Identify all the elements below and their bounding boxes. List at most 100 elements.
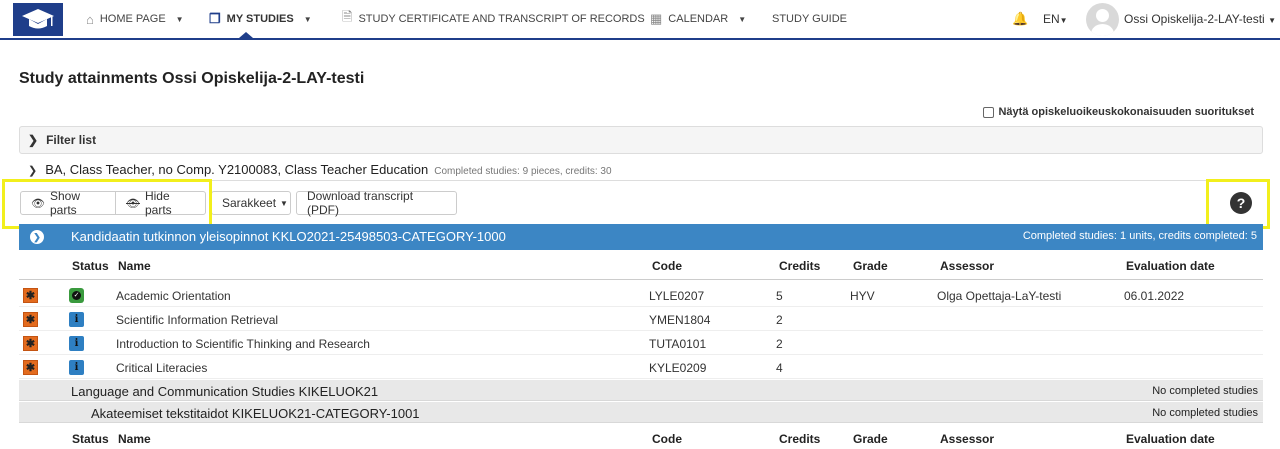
nav-calendar[interactable]: ▦ CALENDAR ▼: [650, 0, 746, 38]
column-header-status[interactable]: Status: [72, 259, 109, 273]
course-grade: HYV: [850, 289, 875, 303]
show-all-checkbox[interactable]: [983, 106, 995, 118]
course-assessor: Olga Opettaja-LaY-testi: [937, 289, 1062, 303]
subcategory-status: No completed studies: [1152, 407, 1258, 419]
required-star-icon: ✱: [23, 360, 38, 375]
nav-my-studies[interactable]: ❐ MY STUDIES ▼: [209, 0, 312, 38]
course-date: 06.01.2022: [1124, 289, 1185, 303]
cube-icon: ❐: [209, 11, 221, 26]
avatar[interactable]: [1086, 3, 1119, 36]
column-header-status[interactable]: Status: [72, 432, 109, 446]
home-icon: ⌂: [86, 11, 94, 27]
columns-dropdown[interactable]: Sarakkeet ▼: [211, 191, 291, 215]
chevron-circle-down-icon: ❯: [30, 230, 44, 244]
course-code: LYLE0207: [649, 289, 705, 303]
nav-home-label: HOME PAGE: [99, 13, 166, 25]
nav-certificate[interactable]: 🗎 STUDY CERTIFICATE AND TRANSCRIPT OF RE…: [342, 0, 645, 38]
columns-label: Sarakkeet: [222, 196, 277, 210]
chevron-down-icon: ▼: [280, 198, 288, 208]
course-name[interactable]: Academic Orientation: [116, 289, 231, 303]
page-title: Study attainments Ossi Opiskelija-2-LAY-…: [19, 70, 365, 87]
chevron-down-icon: ▼: [738, 14, 747, 24]
chevron-down-icon: ▼: [1268, 16, 1276, 25]
active-indicator: [239, 32, 253, 38]
course-code: YMEN1804: [649, 313, 711, 327]
subcategory-title: Language and Communication Studies KIKEL…: [71, 384, 379, 399]
chevron-down-icon: ▼: [175, 14, 184, 24]
filter-list-label: Filter list: [46, 133, 97, 147]
column-header-assessor[interactable]: Assessor: [940, 432, 994, 446]
show-all-checkbox-label: Näytä opiskeluoikeuskokonaisuuden suorit…: [998, 106, 1254, 118]
column-header-credits[interactable]: Credits: [779, 432, 820, 446]
degree-summary: Completed studies: 9 pieces, credits: 30: [434, 166, 612, 177]
course-name[interactable]: Scientific Information Retrieval: [116, 313, 278, 327]
column-header-grade[interactable]: Grade: [853, 432, 888, 446]
info-icon[interactable]: i: [69, 360, 84, 375]
calendar-icon: ▦: [650, 11, 663, 26]
nav-study-guide-label: STUDY GUIDE: [772, 13, 847, 25]
column-header-evaluation-date[interactable]: Evaluation date: [1126, 432, 1215, 446]
check-circle-icon: ✓: [69, 288, 84, 303]
table-row[interactable]: ✱ i Critical Literacies KYLE0209 4: [19, 355, 1263, 379]
bell-icon[interactable]: 🔔: [1012, 11, 1028, 27]
nav-study-guide[interactable]: STUDY GUIDE: [772, 0, 847, 38]
nav-home[interactable]: ⌂ HOME PAGE ▼: [86, 0, 184, 38]
chevron-down-icon: ▼: [1059, 16, 1068, 25]
course-credits: 5: [776, 289, 783, 303]
university-logo[interactable]: [13, 3, 63, 36]
course-credits: 4: [776, 361, 783, 375]
download-transcript-label: Download transcript (PDF): [307, 189, 414, 217]
nav-my-studies-label: MY STUDIES: [226, 13, 294, 25]
course-code: KYLE0209: [649, 361, 707, 375]
show-all-checkbox-wrapper[interactable]: Näytä opiskeluoikeuskokonaisuuden suorit…: [983, 106, 1254, 118]
table-row[interactable]: ✱ ✓ Academic Orientation LYLE0207 5 HYV …: [19, 283, 1263, 307]
course-credits: 2: [776, 313, 783, 327]
document-icon: 🗎: [342, 9, 353, 24]
column-header-credits[interactable]: Credits: [779, 259, 820, 273]
column-header-name[interactable]: Name: [118, 259, 151, 273]
chevron-down-icon: ❯: [28, 165, 38, 177]
download-transcript-button[interactable]: Download transcript (PDF): [296, 189, 457, 217]
nav-calendar-label: CALENDAR: [668, 13, 729, 25]
nav-certificate-label: STUDY CERTIFICATE AND TRANSCRIPT OF RECO…: [358, 13, 645, 25]
info-icon[interactable]: i: [69, 312, 84, 327]
required-star-icon: ✱: [23, 288, 38, 303]
user-menu[interactable]: Ossi Opiskelija-2-LAY-testi ▼: [1124, 12, 1276, 26]
category-header[interactable]: ❯ Kandidaatin tutkinnon yleisopinnot KKL…: [19, 224, 1263, 250]
help-icon[interactable]: ?: [1230, 192, 1252, 214]
subcategory-status: No completed studies: [1152, 385, 1258, 397]
highlight-box: [2, 179, 212, 229]
course-credits: 2: [776, 337, 783, 351]
column-header-grade[interactable]: Grade: [853, 259, 888, 273]
course-code: TUTA0101: [649, 337, 707, 351]
course-name[interactable]: Critical Literacies: [116, 361, 207, 375]
subcategory-row[interactable]: Language and Communication Studies KIKEL…: [19, 380, 1263, 401]
language-selector[interactable]: EN▼: [1043, 12, 1068, 26]
column-header-code[interactable]: Code: [652, 432, 682, 446]
info-icon[interactable]: i: [69, 336, 84, 351]
user-name: Ossi Opiskelija-2-LAY-testi: [1124, 12, 1265, 26]
subcategory-title: Akateemiset tekstitaidot KIKELUOK21-CATE…: [91, 406, 420, 421]
required-star-icon: ✱: [23, 336, 38, 351]
column-header-name[interactable]: Name: [118, 432, 151, 446]
category-title: Kandidaatin tutkinnon yleisopinnot KKLO2…: [71, 229, 506, 244]
column-header-code[interactable]: Code: [652, 259, 682, 273]
top-navigation: ⌂ HOME PAGE ▼ ❐ MY STUDIES ▼ 🗎 STUDY CER…: [0, 0, 1280, 40]
course-name[interactable]: Introduction to Scientific Thinking and …: [116, 337, 370, 351]
graduation-cap-icon: [22, 8, 54, 28]
table-row[interactable]: ✱ i Introduction to Scientific Thinking …: [19, 331, 1263, 355]
help-label: ?: [1236, 195, 1246, 211]
degree-title: BA, Class Teacher, no Comp. Y2100083, Cl…: [45, 162, 429, 177]
chevron-right-icon: ❯: [28, 133, 39, 147]
chevron-down-icon: ▼: [303, 14, 312, 24]
column-header-assessor[interactable]: Assessor: [940, 259, 994, 273]
filter-list-toggle[interactable]: ❯ Filter list: [19, 126, 1263, 154]
required-star-icon: ✱: [23, 312, 38, 327]
subcategory-row[interactable]: Akateemiset tekstitaidot KIKELUOK21-CATE…: [19, 402, 1263, 423]
category-summary: Completed studies: 1 units, credits comp…: [1022, 230, 1257, 242]
degree-header[interactable]: ❯ BA, Class Teacher, no Comp. Y2100083, …: [28, 162, 612, 177]
language-label: EN: [1043, 12, 1060, 26]
column-header-evaluation-date[interactable]: Evaluation date: [1126, 259, 1215, 273]
divider: [19, 279, 1263, 280]
table-row[interactable]: ✱ i Scientific Information Retrieval YME…: [19, 307, 1263, 331]
